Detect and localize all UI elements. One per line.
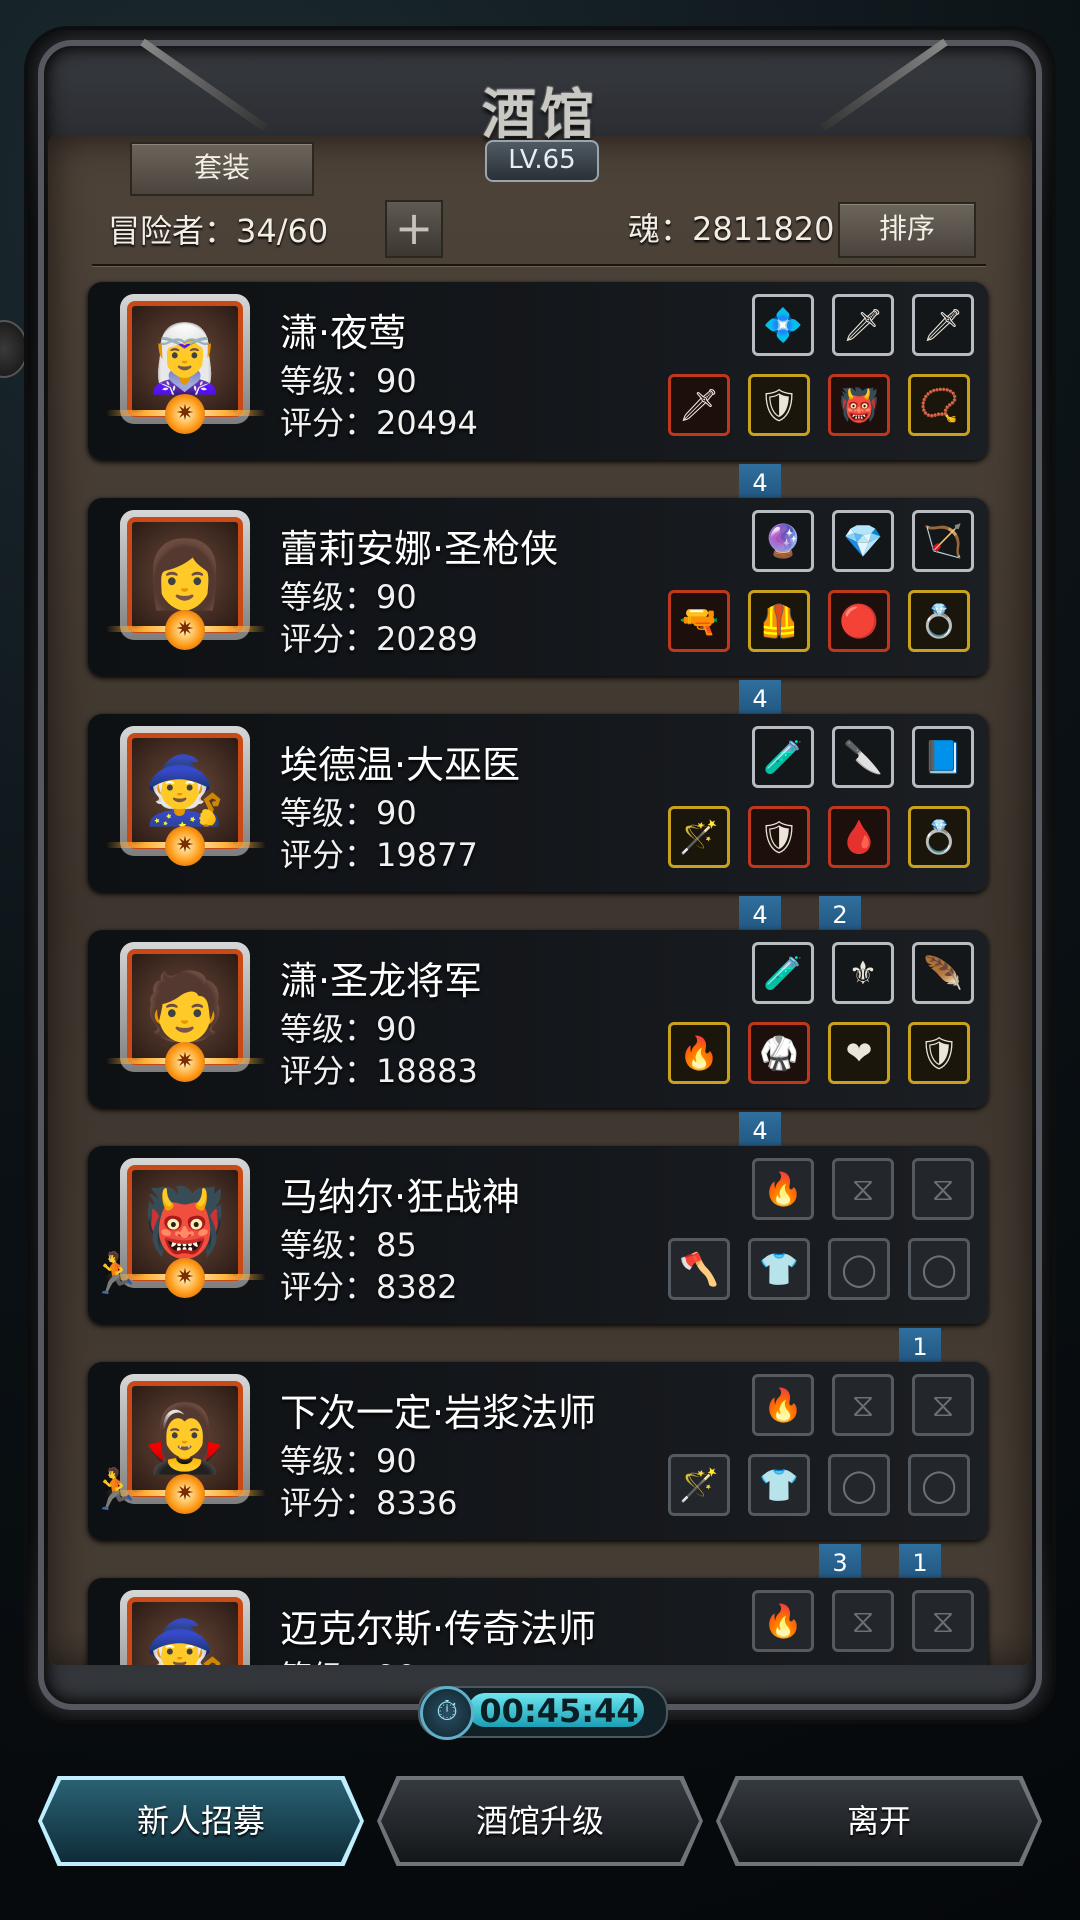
equipment-slot-icon[interactable]: 🪶 [912, 942, 974, 1004]
equipment-slot-icon[interactable]: 🪄 [668, 1454, 730, 1516]
adventurer-count: 冒险者：34/60 [108, 212, 329, 250]
equipment-slot-icon[interactable]: 🗡 [668, 374, 730, 436]
equipment-slot-icon[interactable]: 🏹 [912, 510, 974, 572]
hero-level: 等级：90 [280, 362, 417, 400]
equipment-slot-icon[interactable]: ⚜ [832, 942, 894, 1004]
equipment-slot-icon[interactable]: 💠 [752, 294, 814, 356]
equipment-slot-icon[interactable]: 📿 [908, 374, 970, 436]
equipment-slot-icon[interactable]: ⧖ [912, 1374, 974, 1436]
hero-card[interactable]: 🧑 ✷ 潇·圣龙将军 等级：90 评分：18883 🧪 ⚜ 🪶 🔥 🥋 ❤ 🛡 [88, 930, 988, 1108]
hero-score: 评分：20289 [280, 620, 478, 658]
equipment-slot-icon[interactable]: ⧖ [832, 1374, 894, 1436]
hero-level: 等级：90 [280, 794, 417, 832]
hero-name: 蕾莉安娜·圣枪侠 [280, 527, 559, 571]
hero-score: 评分：18883 [280, 1052, 478, 1090]
hero-card[interactable]: 🧙✷迈克尔斯·传奇法师等级：90🔥⧖⧖ [88, 1578, 988, 1665]
equipment-slot-icon[interactable]: ⧖ [912, 1158, 974, 1220]
hero-level: 等级：90 [280, 1010, 417, 1048]
add-capacity-button[interactable]: + [385, 200, 443, 258]
rank-sun-icon: ✷ [165, 1474, 205, 1514]
equipment-slot-icon[interactable]: 📘 [912, 726, 974, 788]
hero-avatar: 🧙 [127, 1597, 243, 1665]
hero-score: 评分：20494 [280, 404, 478, 442]
page-title: 酒馆 [482, 82, 598, 146]
hero-list[interactable]: 🧝‍♀️ ✷ 潇·夜莺 等级：90 评分：20494 💠 🗡 🗡 🗡 🛡 👹 📿 4 👩 ✷ 蕾莉安娜·圣枪侠… [48, 270, 1032, 1665]
set-button[interactable]: 套装 [130, 142, 314, 196]
equipment-slot-icon[interactable]: ❤ [828, 1022, 890, 1084]
equipment-slot-icon[interactable]: 🥋 [748, 1022, 810, 1084]
equipment-slot-icon[interactable]: 🪓 [668, 1238, 730, 1300]
equipment-slot-icon[interactable]: 🗡 [912, 294, 974, 356]
equipment-slot-icon[interactable]: 🛡 [748, 374, 810, 436]
equipment-slot-icon[interactable]: ◯ [828, 1238, 890, 1300]
hero-name: 迈克尔斯·传奇法师 [280, 1607, 597, 1651]
equipment-slot-icon[interactable]: 🛡 [908, 1022, 970, 1084]
upgrade-tavern-button[interactable]: 酒馆升级 [381, 1780, 699, 1862]
equipment-slot-icon[interactable]: 💎 [832, 510, 894, 572]
hero-name: 潇·夜莺 [280, 311, 407, 355]
header-divider [92, 264, 986, 266]
rank-sun-icon: ✷ [165, 826, 205, 866]
equipment-slot-icon[interactable]: 🔮 [752, 510, 814, 572]
equipment-slot-icon[interactable]: 💍 [908, 806, 970, 868]
equipment-slot-icon[interactable]: ⧖ [832, 1158, 894, 1220]
hero-card[interactable]: 🧝‍♀️ ✷ 潇·夜莺 等级：90 评分：20494 💠 🗡 🗡 🗡 🛡 👹 📿 [88, 282, 988, 460]
equipment-slot-icon[interactable]: 🪄 [668, 806, 730, 868]
running-icon: 🏃 [90, 1251, 140, 1297]
hero-card[interactable]: 👩 ✷ 蕾莉安娜·圣枪侠 等级：90 评分：20289 🔮 💎 🏹 🔫 🦺 🔴 💍 [88, 498, 988, 676]
equipment-slot-icon[interactable]: 🛡 [748, 806, 810, 868]
hero-card[interactable]: 👹 ✷ 🏃 马纳尔·狂战神 等级：85 评分：8382 🔥 ⧖ ⧖ 🪓 👕 ◯ ◯ [88, 1146, 988, 1324]
equipment-slot-icon[interactable]: 🔥 [752, 1590, 814, 1652]
equipment-slot-icon[interactable]: ◯ [908, 1454, 970, 1516]
hero-name: 埃德温·大巫医 [280, 743, 521, 787]
rank-sun-icon: ✷ [165, 610, 205, 650]
hero-level: 等级：90 [280, 578, 417, 616]
hero-name: 马纳尔·狂战神 [280, 1175, 521, 1219]
hero-name: 潇·圣龙将军 [280, 959, 483, 1003]
hero-score: 评分：8336 [280, 1484, 458, 1522]
equipment-slot-icon[interactable]: 🩸 [828, 806, 890, 868]
equipment-slot-icon[interactable]: 👹 [828, 374, 890, 436]
rank-sun-icon: ✷ [165, 394, 205, 434]
equipment-slot-icon[interactable]: 🗡 [832, 294, 894, 356]
equipment-slot-icon[interactable]: 🔥 [668, 1022, 730, 1084]
hero-level: 等级：90 [280, 1652, 417, 1665]
equipment-slot-icon[interactable]: 🔫 [668, 590, 730, 652]
equipment-slot-icon[interactable]: 🔥 [752, 1374, 814, 1436]
sort-button[interactable]: 排序 [838, 202, 976, 258]
hero-card[interactable]: 🧛‍♀️ ✷ 🏃 下次一定·岩浆法师 等级：90 评分：8336 🔥 ⧖ ⧖ 🪄 👕 ◯ ◯ [88, 1362, 988, 1540]
hero-score: 评分：8382 [280, 1268, 458, 1306]
equipment-slot-icon[interactable]: 🔪 [832, 726, 894, 788]
hero-portrait: 🧙 [120, 1590, 250, 1665]
rank-sun-icon: ✷ [165, 1258, 205, 1298]
rank-sun-icon: ✷ [165, 1042, 205, 1082]
timer-text: 00:45:44 [479, 1692, 639, 1730]
equipment-slot-icon[interactable]: 💍 [908, 590, 970, 652]
equipment-slot-icon[interactable]: 🔴 [828, 590, 890, 652]
level-badge: LV.65 [485, 140, 599, 182]
equipment-slot-icon[interactable]: 🧪 [752, 942, 814, 1004]
hero-level: 等级：90 [280, 1442, 417, 1480]
soul-count: 魂：2811820 [628, 210, 835, 248]
hero-card[interactable]: 🧙 ✷ 埃德温·大巫医 等级：90 评分：19877 🧪 🔪 📘 🪄 🛡 🩸 💍 [88, 714, 988, 892]
equipment-slot-icon[interactable]: ◯ [828, 1454, 890, 1516]
hero-level: 等级：85 [280, 1226, 417, 1264]
clock-icon: ⏱ [420, 1686, 474, 1740]
equipment-slot-icon[interactable]: 👕 [748, 1238, 810, 1300]
equipment-slot-icon[interactable]: ⧖ [912, 1590, 974, 1652]
equipment-slot-icon[interactable]: ⧖ [832, 1590, 894, 1652]
equipment-slot-icon[interactable]: 👕 [748, 1454, 810, 1516]
equipment-slot-icon[interactable]: 🧪 [752, 726, 814, 788]
hero-score: 评分：19877 [280, 836, 478, 874]
hero-name: 下次一定·岩浆法师 [280, 1391, 597, 1435]
equipment-slot-icon[interactable]: 🔥 [752, 1158, 814, 1220]
equipment-slot-icon[interactable]: ◯ [908, 1238, 970, 1300]
running-icon: 🏃 [90, 1467, 140, 1513]
recruit-button[interactable]: 新人招募 [42, 1780, 360, 1862]
equipment-slot-icon[interactable]: 🦺 [748, 590, 810, 652]
leave-button[interactable]: 离开 [720, 1780, 1038, 1862]
